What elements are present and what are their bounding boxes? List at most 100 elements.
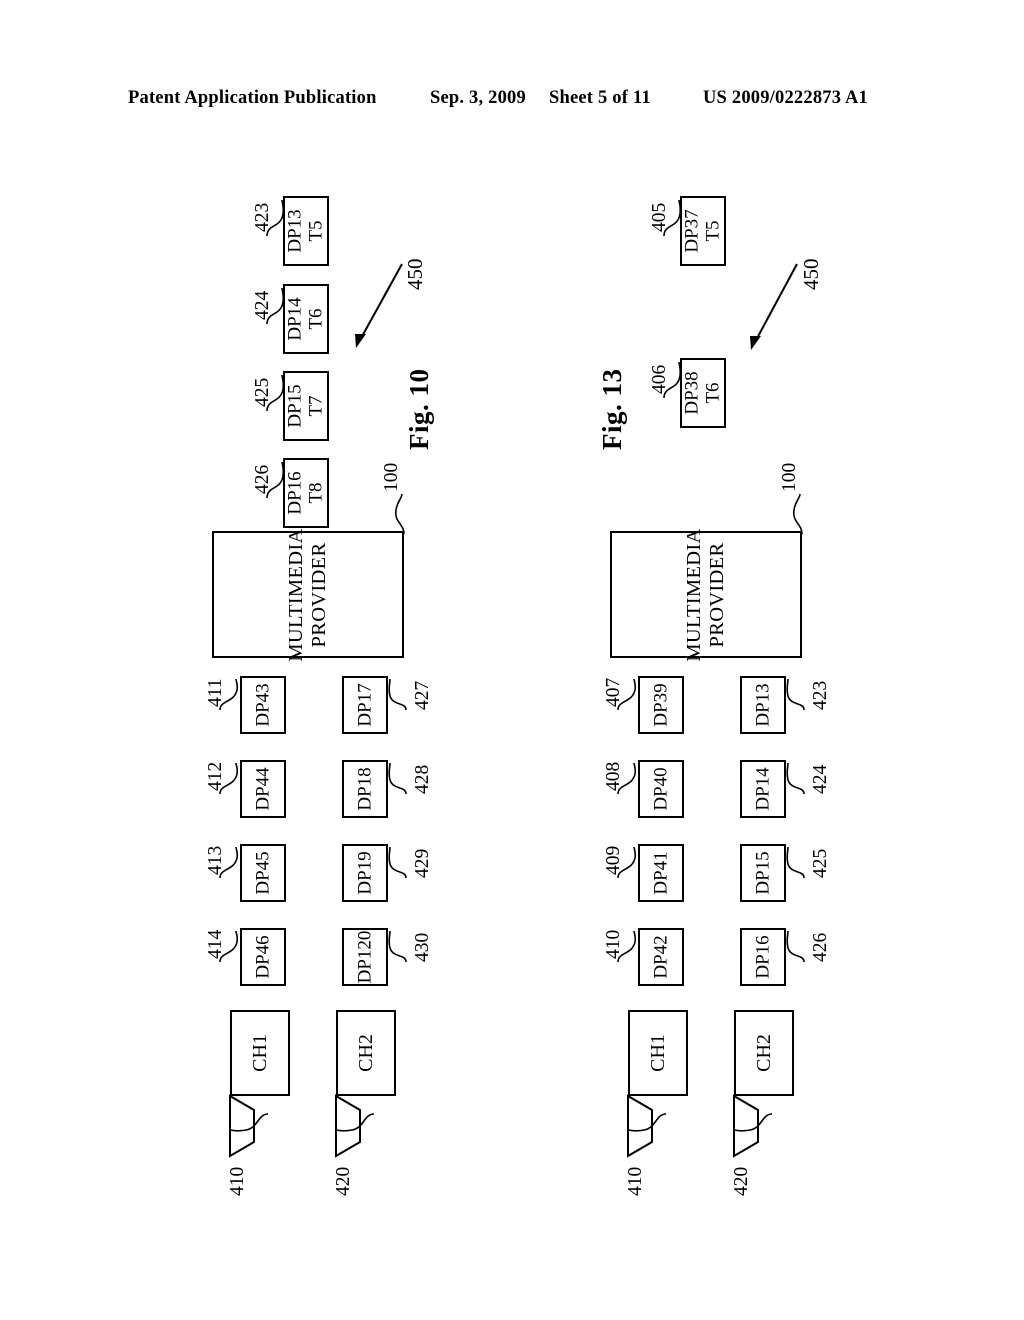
time-box-406: DP38 T6	[680, 358, 726, 428]
dp-box-427: DP17	[342, 676, 388, 734]
ref-430: 430	[412, 932, 433, 962]
dp-box-407: DP39	[638, 676, 684, 734]
time-box-425: DP15 T7	[283, 371, 329, 441]
multimedia-provider-box-fig13: MULTIMEDIA PROVIDER	[610, 527, 802, 662]
dp-box-429-label: DP19	[354, 851, 376, 895]
dp-box-428: DP18	[342, 760, 388, 818]
leader-428	[388, 762, 407, 795]
dp-box-426-fig13-label: DP16	[752, 935, 774, 979]
leader-425-fig13	[786, 846, 805, 879]
group-arrow-450-fig13	[750, 263, 798, 350]
leader-423-fig13	[786, 678, 805, 711]
monitor-stand-icon-ch1-fig10	[229, 1094, 255, 1158]
ref-412: 412	[205, 761, 226, 791]
ref-424: 424	[252, 290, 273, 320]
time-box-423: DP13 T5	[283, 196, 329, 266]
ref-409: 409	[603, 845, 624, 875]
header-publication: Patent Application Publication	[128, 88, 377, 108]
dp-box-414: DP46	[240, 928, 286, 986]
ref-423-fig13: 423	[810, 680, 831, 710]
dp-box-426-fig13: DP16	[740, 928, 786, 986]
multimedia-provider-label-fig13: MULTIMEDIA PROVIDER	[683, 527, 728, 662]
figure-caption-13: Fig. 13	[597, 368, 627, 451]
ref-428: 428	[412, 764, 433, 794]
monitor-stand-icon-ch2-fig10	[335, 1094, 361, 1158]
ref-410-row: 410	[603, 929, 624, 959]
channel-display-ch1-fig13: CH1	[628, 1010, 688, 1096]
ref-425-fig13: 425	[810, 848, 831, 878]
ref-405: 405	[649, 202, 670, 232]
dp-box-424-fig13: DP14	[740, 760, 786, 818]
dp-box-424-fig13-label: DP14	[752, 767, 774, 811]
monitor-stand-icon-ch1-fig13	[627, 1094, 653, 1158]
dp-box-410: DP42	[638, 928, 684, 986]
ref-429: 429	[412, 848, 433, 878]
figure-caption-10: Fig. 10	[404, 368, 434, 451]
time-box-425-label: DP15 T7	[284, 384, 327, 428]
dp-box-413-label: DP45	[252, 851, 274, 895]
dp-box-410-label: DP42	[650, 935, 672, 979]
header-sheet: Sheet 5 of 11	[549, 88, 651, 108]
dp-box-430: DP120	[342, 928, 388, 986]
time-box-423-label: DP13 T5	[284, 209, 327, 253]
channel-ch1-label: CH1	[248, 1034, 271, 1072]
ref-100-fig13: 100	[779, 462, 800, 492]
leader-427	[388, 678, 407, 711]
channel-ch2-label-fig13: CH2	[752, 1034, 775, 1072]
monitor-stand-icon-ch2-fig13	[733, 1094, 759, 1158]
dp-box-409: DP41	[638, 844, 684, 902]
leader-100-fig10	[394, 493, 405, 535]
ref-408: 408	[603, 761, 624, 791]
ref-427: 427	[412, 680, 433, 710]
dp-box-425-fig13: DP15	[740, 844, 786, 902]
channel-display-ch1-fig10: CH1	[230, 1010, 290, 1096]
ref-410-fig10: 410	[227, 1166, 248, 1196]
time-box-426-label: DP16 T8	[284, 471, 327, 515]
ref-406: 406	[649, 364, 670, 394]
header-date: Sep. 3, 2009	[430, 88, 526, 108]
dp-box-429: DP19	[342, 844, 388, 902]
ref-413: 413	[205, 845, 226, 875]
dp-box-423-fig13: DP13	[740, 676, 786, 734]
dp-box-430-label: DP120	[354, 930, 376, 984]
time-box-405-label: DP37 T5	[681, 209, 724, 253]
dp-box-425-fig13-label: DP15	[752, 851, 774, 895]
dp-box-428-label: DP18	[354, 767, 376, 811]
time-box-424: DP14 T6	[283, 284, 329, 354]
ref-100-fig10: 100	[381, 462, 402, 492]
channel-ch1-label-fig13: CH1	[646, 1034, 669, 1072]
group-arrow-450	[355, 263, 403, 348]
channel-ch2-label: CH2	[354, 1034, 377, 1072]
leader-430	[388, 930, 407, 963]
ref-414: 414	[205, 929, 226, 959]
leader-426-fig13	[786, 930, 805, 963]
time-box-405: DP37 T5	[680, 196, 726, 266]
dp-box-412-label: DP44	[252, 767, 274, 811]
time-box-406-label: DP38 T6	[681, 371, 724, 415]
ref-426: 426	[252, 464, 273, 494]
dp-box-411-label: DP43	[252, 683, 274, 727]
dp-box-423-fig13-label: DP13	[752, 683, 774, 727]
dp-box-413: DP45	[240, 844, 286, 902]
ref-411: 411	[205, 678, 226, 707]
ref-426-fig13: 426	[810, 932, 831, 962]
leader-100-fig13	[792, 493, 803, 535]
dp-box-414-label: DP46	[252, 935, 274, 979]
dp-box-407-label: DP39	[650, 683, 672, 727]
ref-450: 450	[403, 258, 427, 291]
multimedia-provider-box-fig10: MULTIMEDIA PROVIDER	[212, 528, 404, 661]
header-patent-number: US 2009/0222873 A1	[703, 88, 868, 108]
ref-410-fig13: 410	[625, 1166, 646, 1196]
ref-420-fig10: 420	[333, 1166, 354, 1196]
ref-407: 407	[603, 677, 624, 707]
dp-box-411: DP43	[240, 676, 286, 734]
dp-box-409-label: DP41	[650, 851, 672, 895]
time-box-426: DP16 T8	[283, 458, 329, 528]
dp-box-412: DP44	[240, 760, 286, 818]
ref-420-fig13: 420	[731, 1166, 752, 1196]
leader-429	[388, 846, 407, 879]
page-header: Patent Application Publication Sep. 3, 2…	[0, 88, 1024, 114]
ref-424-fig13: 424	[810, 764, 831, 794]
ref-450-fig13: 450	[799, 258, 823, 291]
ref-425: 425	[252, 377, 273, 407]
